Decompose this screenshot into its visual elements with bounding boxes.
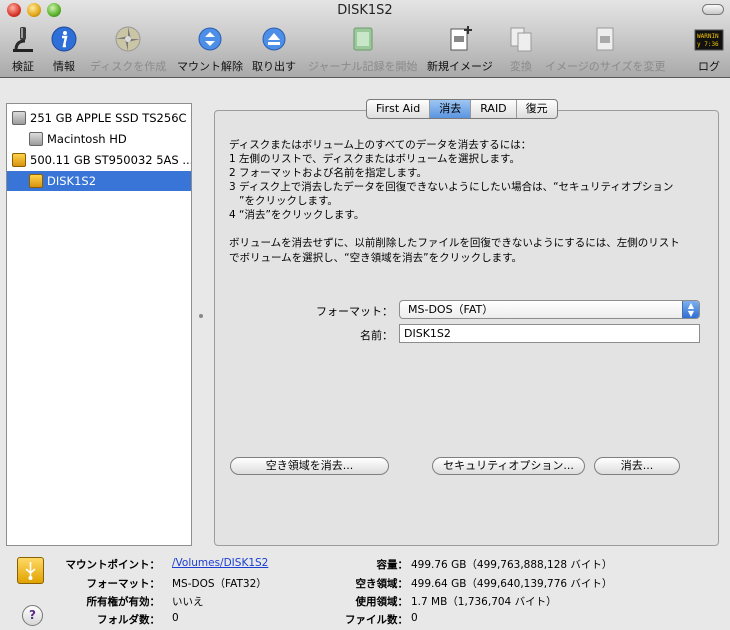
unmount-icon <box>195 24 225 54</box>
instruction-line: 4 “消去”をクリックします。 <box>229 209 365 221</box>
verify-label: 検証 <box>12 60 34 73</box>
eject-icon <box>259 24 289 54</box>
split-view-handle[interactable] <box>199 314 203 318</box>
disk-list[interactable]: 251 GB APPLE SSD TS256C Macintosh HD 500… <box>6 103 192 546</box>
format-info-label: フォーマット： <box>86 578 161 590</box>
volume-item-disk1s2[interactable]: DISK1S2 <box>7 171 191 191</box>
instruction-line: ”をクリックします。 <box>239 195 338 207</box>
eject-tool[interactable]: 取り出す <box>252 24 296 74</box>
external-disk-icon <box>12 153 26 167</box>
burn-disc-icon <box>113 24 143 54</box>
folder-count-value: 0 <box>172 612 179 624</box>
log-label: ログ <box>698 60 720 73</box>
instruction-line: ディスクまたはボリューム上のすべてのデータを消去するには： <box>229 139 532 151</box>
instruction-line: 3 ディスク上で消去したデータを回復できないようにしたい場合は、“セキュリティオ… <box>229 181 674 193</box>
format-label: フォーマット： <box>316 305 393 318</box>
verify-tool[interactable]: 検証 <box>8 24 38 74</box>
resize-image-icon <box>590 24 620 54</box>
volume-item-macintosh-hd[interactable]: Macintosh HD <box>7 129 191 149</box>
mount-point-label: マウントポイント： <box>65 559 161 571</box>
file-count-value: 0 <box>411 612 418 624</box>
journal-tool[interactable]: ジャーナル記録を開始 <box>308 24 417 74</box>
disk-item-external[interactable]: 500.11 GB ST950032 5AS ... <box>7 150 191 170</box>
security-options-button[interactable]: セキュリティオプション... <box>432 457 585 475</box>
svg-text:y 7:36: y 7:36 <box>697 41 719 48</box>
internal-disk-icon <box>12 111 26 125</box>
available-value: 499.64 GB（499,640,139,776 バイト） <box>411 578 613 590</box>
used-value: 1.7 MB（1,736,704 バイト） <box>411 596 557 608</box>
volume-item-label: Macintosh HD <box>47 132 127 146</box>
name-input-value: DISK1S2 <box>404 327 451 340</box>
format-select[interactable]: MS-DOS（FAT） ▲ ▼ <box>399 300 700 319</box>
tab-erase[interactable]: 消去 <box>430 100 472 118</box>
info-tool[interactable]: 情報 <box>49 24 79 74</box>
new-image-label: 新規イメージ <box>427 60 493 73</box>
instruction-line: 2 フォーマットおよび名前を指定します。 <box>229 167 427 179</box>
new-image-icon <box>445 24 475 54</box>
resize-label: イメージのサイズを変更 <box>545 60 666 73</box>
burn-label: ディスクを作成 <box>90 60 167 73</box>
info-label: 情報 <box>53 60 75 73</box>
convert-icon <box>506 24 536 54</box>
instruction-line: 1 左側のリストで、ディスクまたはボリュームを選択します。 <box>229 153 520 165</box>
help-icon[interactable]: ? <box>22 605 43 626</box>
unmount-tool[interactable]: マウント解除 <box>177 24 243 74</box>
toolbar-toggle-button[interactable] <box>702 4 724 15</box>
window-title: DISK1S2 <box>337 3 393 18</box>
tab-first-aid[interactable]: First Aid <box>367 100 431 118</box>
erase-free-space-note: ボリュームを消去せずに、以前削除したファイルを回復できないようにするには、左側の… <box>229 236 709 266</box>
volume-item-label: DISK1S2 <box>47 174 97 188</box>
eject-label: 取り出す <box>252 60 296 73</box>
capacity-value: 499.76 GB（499,763,888,128 バイト） <box>411 559 613 571</box>
erase-button[interactable]: 消去... <box>594 457 680 475</box>
tab-restore[interactable]: 復元 <box>517 100 557 118</box>
tab-bar: First Aid 消去 RAID 復元 <box>366 99 558 119</box>
capacity-label: 容量： <box>376 559 409 571</box>
disk-item-label: 500.11 GB ST950032 5AS ... <box>30 153 191 167</box>
info-icon <box>49 24 79 54</box>
file-count-label: ファイル数： <box>345 614 408 626</box>
owners-value: いいえ <box>172 596 204 608</box>
disk-item-label: 251 GB APPLE SSD TS256C <box>30 111 187 125</box>
convert-label: 変換 <box>510 60 532 73</box>
volume-icon <box>29 132 43 146</box>
convert-tool[interactable]: 変換 <box>506 24 536 74</box>
available-label: 空き領域： <box>355 578 409 590</box>
erase-instructions: ディスクまたはボリューム上のすべてのデータを消去するには： 1 左側のリストで、… <box>229 138 709 222</box>
name-label: 名前： <box>360 329 393 342</box>
resize-tool[interactable]: イメージのサイズを変更 <box>545 24 665 74</box>
erase-free-space-button[interactable]: 空き領域を消去... <box>230 457 389 475</box>
log-badge-text: WARNIN <box>697 33 719 40</box>
microscope-icon <box>8 24 38 54</box>
format-select-value: MS-DOS（FAT） <box>408 303 494 316</box>
journal-icon <box>348 24 378 54</box>
tab-raid[interactable]: RAID <box>471 100 517 118</box>
volume-icon <box>29 174 43 188</box>
journal-label: ジャーナル記録を開始 <box>308 60 418 73</box>
unmount-label: マウント解除 <box>177 60 243 73</box>
used-label: 使用領域： <box>355 596 409 608</box>
burn-tool[interactable]: ディスクを作成 <box>90 24 166 74</box>
console-log-icon: WARNIN y 7:36 <box>694 24 724 54</box>
window-toolbar: DISK1S2 検証 情報 ディスクを作成 マウント解除 取り出す ジャーナル記… <box>0 0 730 78</box>
log-tool[interactable]: WARNIN y 7:36 ログ <box>694 24 724 74</box>
disk-item-ssd[interactable]: 251 GB APPLE SSD TS256C <box>7 108 191 128</box>
up-down-arrows-icon: ▲ ▼ <box>682 301 699 318</box>
name-input[interactable]: DISK1S2 <box>399 324 700 343</box>
note-line: ボリュームを消去せずに、以前削除したファイルを回復できないようにするには、左側の… <box>229 237 680 249</box>
owners-label: 所有権が有効： <box>86 596 161 608</box>
new-image-tool[interactable]: 新規イメージ <box>427 24 493 74</box>
note-line: でボリュームを選択し、“空き領域を消去”をクリックします。 <box>229 252 523 264</box>
